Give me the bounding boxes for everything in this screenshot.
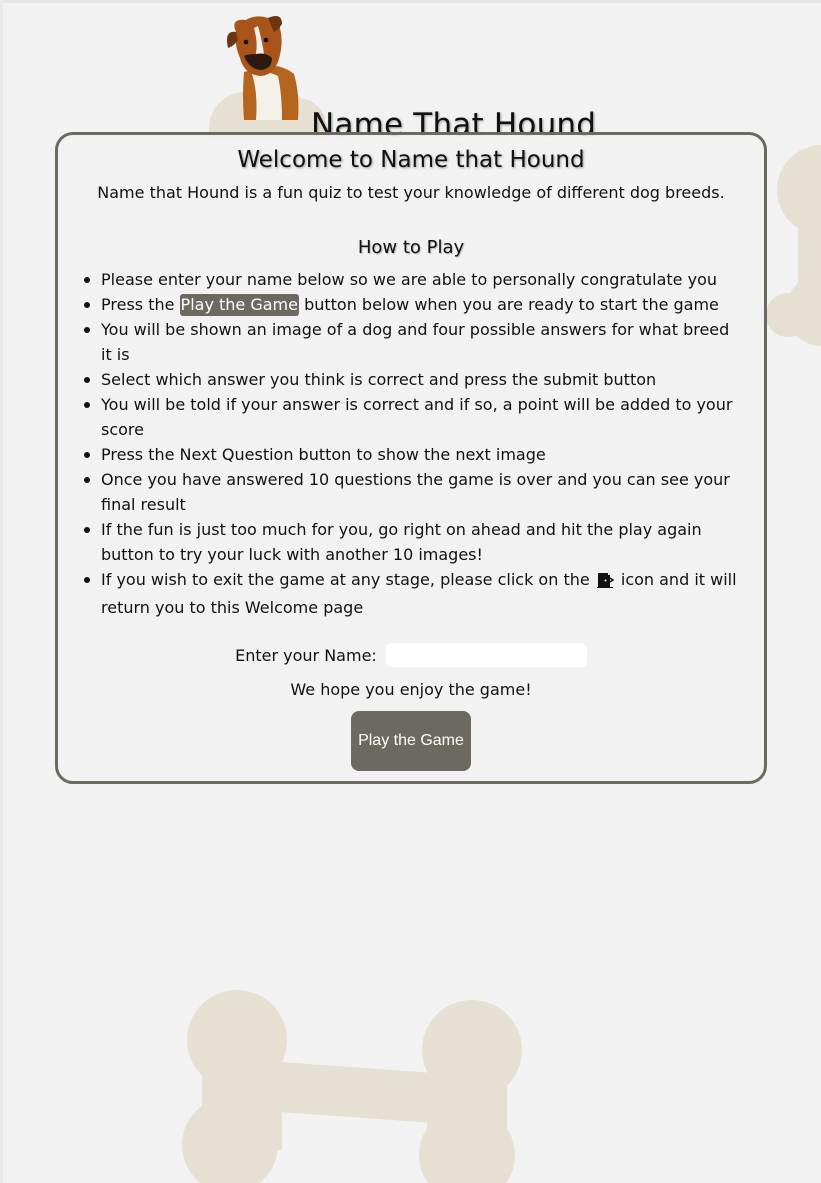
name-input[interactable] bbox=[385, 643, 587, 667]
play-the-game-button[interactable]: Play the Game bbox=[351, 711, 471, 771]
list-item: You will be shown an image of a dog and … bbox=[84, 317, 741, 367]
site-header: Name That Hound bbox=[0, 0, 821, 143]
name-form-row: Enter your Name: bbox=[58, 643, 764, 667]
instructions-list: Please enter your name below so we are a… bbox=[84, 267, 741, 620]
welcome-heading: Welcome to Name that Hound bbox=[237, 147, 585, 173]
name-label: Enter your Name: bbox=[235, 645, 377, 665]
bone-background-bottom-icon bbox=[182, 990, 527, 1183]
instruction-text: You will be told if your answer is corre… bbox=[101, 395, 733, 439]
list-item: Press the Play the Game button below whe… bbox=[84, 292, 741, 317]
bone-background-right-icon bbox=[760, 140, 821, 350]
how-to-play-heading: How to Play bbox=[357, 237, 465, 258]
instruction-text: If you wish to exit the game at any stag… bbox=[101, 570, 595, 589]
list-item: If you wish to exit the game at any stag… bbox=[84, 567, 741, 620]
instruction-text: Once you have answered 10 questions the … bbox=[101, 470, 730, 514]
list-item: Once you have answered 10 questions the … bbox=[84, 467, 741, 517]
welcome-card: Welcome to Name that Hound Name that Hou… bbox=[55, 132, 767, 784]
instruction-text: Press the Next Question button to show t… bbox=[101, 445, 546, 464]
instruction-text: Please enter your name below so we are a… bbox=[101, 270, 717, 289]
instruction-text: Select which answer you think is correct… bbox=[101, 370, 657, 389]
list-item: You will be told if your answer is corre… bbox=[84, 392, 741, 442]
list-item: Please enter your name below so we are a… bbox=[84, 267, 741, 292]
list-item: Select which answer you think is correct… bbox=[84, 367, 741, 392]
instruction-text: button below when you are ready to start… bbox=[298, 295, 719, 314]
boxer-dog-icon bbox=[222, 14, 302, 120]
list-item: Press the Next Question button to show t… bbox=[84, 442, 741, 467]
intro-text: Name that Hound is a fun quiz to test yo… bbox=[97, 183, 725, 202]
instruction-text: Press the bbox=[101, 295, 180, 314]
enjoy-text: We hope you enjoy the game! bbox=[290, 680, 532, 699]
door-exit-icon bbox=[596, 570, 615, 595]
instruction-text: You will be shown an image of a dog and … bbox=[101, 320, 730, 364]
list-item: If the fun is just too much for you, go … bbox=[84, 517, 741, 567]
instruction-text: If the fun is just too much for you, go … bbox=[101, 520, 702, 564]
window-left-border bbox=[0, 0, 3, 1183]
play-the-game-inline-label: Play the Game bbox=[179, 294, 299, 316]
